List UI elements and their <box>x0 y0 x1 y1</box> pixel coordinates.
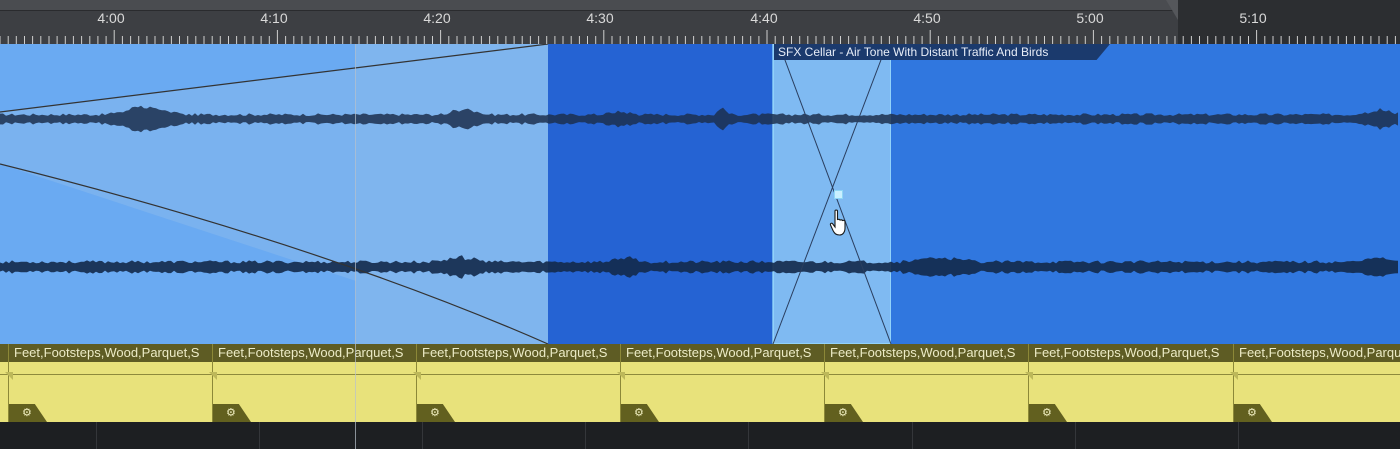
midi-clip-line <box>1234 374 1400 375</box>
crossfade-region-left <box>356 44 548 344</box>
midi-clip-label: Feet,Footsteps,Wood,Parquet,S <box>218 345 404 360</box>
midi-clip-line <box>213 374 417 375</box>
ruler-ticks <box>0 30 1396 44</box>
midi-clip-start-marker <box>821 372 829 380</box>
grid-line <box>748 422 749 449</box>
midi-clip[interactable]: Feet,Footsteps,Wood,Parquet,S ⚙ <box>209 344 417 422</box>
gear-icon[interactable]: ⚙ <box>1247 406 1257 419</box>
ruler-label: 4:20 <box>423 10 451 26</box>
hand-pointer-icon <box>829 209 846 236</box>
midi-clip-line <box>621 374 825 375</box>
midi-clip-label: Feet,Footsteps,Wood,Parquet,S <box>422 345 608 360</box>
midi-track-lane[interactable]: Feet,Footsteps,Wood,Parquet,S ⚙ Feet,Foots… <box>0 344 1400 422</box>
grid-line <box>585 422 586 449</box>
gear-icon[interactable]: ⚙ <box>430 406 440 419</box>
midi-clip[interactable]: Feet,Footsteps,Wood,Parquet,S ⚙ <box>1230 344 1400 422</box>
gear-icon[interactable]: ⚙ <box>1042 406 1052 419</box>
ruler-label: 5:10 <box>1239 10 1267 26</box>
gear-icon[interactable]: ⚙ <box>226 406 236 419</box>
midi-clip[interactable]: Feet,Footsteps,Wood,Parquet,S ⚙ <box>821 344 1029 422</box>
ruler-label: 4:50 <box>913 10 941 26</box>
timeline-ruler[interactable]: 4:00 4:10 4:20 4:30 4:40 4:50 5:00 5:10 <box>0 0 1400 44</box>
crossfade-region <box>773 44 891 344</box>
gear-icon[interactable]: ⚙ <box>838 406 848 419</box>
midi-clip-label: Feet,Footsteps,Wood,Parquet,S <box>626 345 812 360</box>
midi-clip-line <box>417 374 621 375</box>
crossfade-handle[interactable] <box>834 190 843 199</box>
midi-clip[interactable]: Feet,Footsteps,Wood,Parquet,S ⚙ <box>1025 344 1233 422</box>
ruler-label: 4:40 <box>750 10 778 26</box>
ruler-label: 4:00 <box>97 10 125 26</box>
audio-track-lane[interactable] <box>0 44 1400 344</box>
midi-clip-start-marker <box>413 372 421 380</box>
midi-clip-start-marker <box>1230 372 1238 380</box>
ruler-label: 5:00 <box>1076 10 1104 26</box>
midi-clip-start-marker <box>617 372 625 380</box>
midi-clip[interactable]: Feet,Footsteps,Wood,Parquet,S ⚙ <box>5 344 213 422</box>
midi-clip-start-marker <box>1025 372 1033 380</box>
midi-clip-start-marker <box>209 372 217 380</box>
playhead-line[interactable] <box>355 44 356 449</box>
midi-clip-start-marker <box>5 372 13 380</box>
midi-clip-label: Feet,Footsteps,Wood,Parquet,S <box>1239 345 1400 360</box>
midi-clip-label: Feet,Footsteps,Wood,Parquet,S <box>1034 345 1220 360</box>
midi-clip-label: Feet,Footsteps,Wood,Parquet,S <box>14 345 200 360</box>
gear-icon[interactable]: ⚙ <box>22 406 32 419</box>
audio-clip[interactable] <box>0 44 1400 344</box>
midi-clip-label: Feet,Footsteps,Wood,Parquet,S <box>830 345 1016 360</box>
midi-clip-line <box>1029 374 1233 375</box>
midi-clip[interactable]: Feet,Footsteps,Wood,Parquet,S ⚙ <box>413 344 621 422</box>
ruler-label: 4:30 <box>586 10 614 26</box>
grid-line <box>96 422 97 449</box>
grid-line <box>422 422 423 449</box>
grid-line <box>912 422 913 449</box>
audio-clip-title[interactable]: SFX Cellar - Air Tone With Distant Traff… <box>774 44 1110 60</box>
empty-track-lane[interactable] <box>0 422 1400 449</box>
ruler-label: 4:10 <box>260 10 288 26</box>
grid-line <box>259 422 260 449</box>
grid-line <box>1075 422 1076 449</box>
gear-icon[interactable]: ⚙ <box>634 406 644 419</box>
midi-clip-line <box>825 374 1029 375</box>
audio-clip-right <box>891 44 1400 344</box>
midi-clip[interactable]: Feet,Footsteps,Wood,Parquet,S ⚙ <box>617 344 825 422</box>
midi-clip-line <box>9 374 213 375</box>
grid-line <box>1238 422 1239 449</box>
selected-range <box>548 44 773 344</box>
